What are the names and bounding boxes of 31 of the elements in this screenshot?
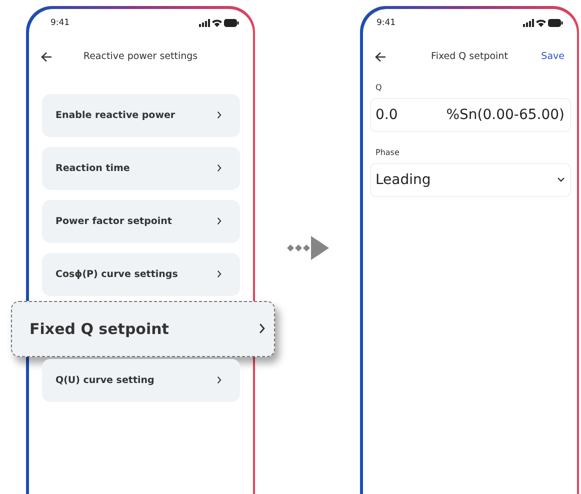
field-label: Q — [376, 82, 383, 92]
signal-icon — [198, 18, 210, 26]
menu-item[interactable]: Power factor setpoint — [42, 200, 240, 242]
save-button[interactable]: Save — [541, 51, 564, 62]
status-time: 9:41 — [50, 18, 70, 28]
chevron-right-icon — [259, 323, 266, 334]
chevron-right-icon — [217, 111, 222, 119]
battery-icon — [224, 18, 238, 26]
wifi-icon — [212, 18, 222, 26]
battery-icon — [548, 18, 562, 26]
chevron-right-icon — [217, 376, 222, 384]
chevron-right-icon — [217, 164, 222, 172]
dropdown-field[interactable]: Leading — [370, 162, 570, 196]
field-label: Phase — [376, 148, 400, 156]
menu-item[interactable]: Cosϕ(P) curve settings — [42, 252, 240, 296]
menu-item[interactable]: Q(U) curve setting — [42, 358, 240, 402]
status-time: 9:41 — [376, 18, 396, 28]
back-arrow-icon[interactable] — [374, 52, 386, 62]
chevron-right-icon — [217, 217, 222, 225]
input-field[interactable]: 0.0 %Sn(0.00-65.00) — [370, 98, 570, 132]
menu-item[interactable]: Reaction time — [42, 146, 240, 190]
chevron-right-icon — [217, 270, 222, 278]
screen-title: Reactive power settings — [83, 51, 198, 62]
flow-arrow-icon — [286, 236, 328, 260]
back-arrow-icon[interactable] — [40, 52, 52, 62]
highlighted-menu-item[interactable]: Fixed Q setpoint — [10, 300, 274, 356]
screen-title: Fixed Q setpoint — [431, 51, 508, 62]
signal-icon — [522, 18, 534, 26]
menu-item[interactable]: Enable reactive power — [42, 94, 240, 136]
chevron-down-icon — [556, 177, 564, 182]
wifi-icon — [536, 18, 546, 26]
